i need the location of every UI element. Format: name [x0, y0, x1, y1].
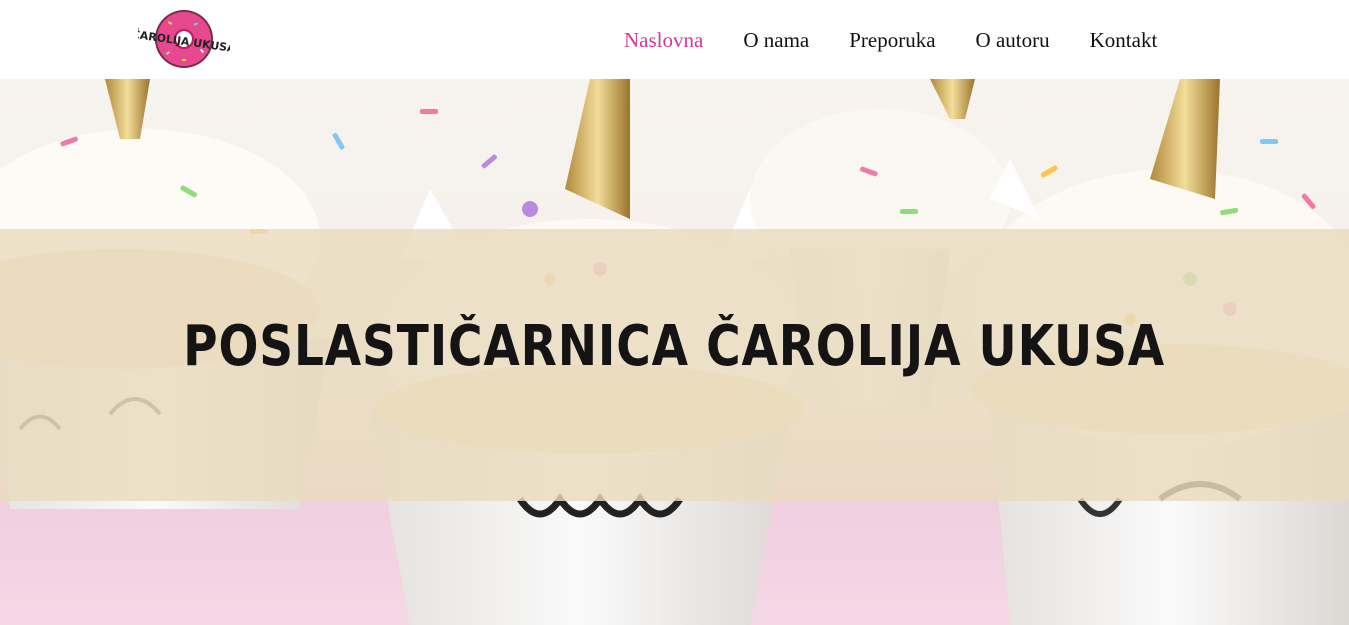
nav-item-preporuka[interactable]: Preporuka: [849, 28, 935, 53]
nav-item-o-autoru[interactable]: O autoru: [976, 28, 1050, 53]
hero-section: POSLASTIČARNICA ČAROLIJA UKUSA: [0, 79, 1349, 625]
nav-item-naslovna[interactable]: Naslovna: [624, 28, 703, 53]
nav-item-kontakt[interactable]: Kontakt: [1090, 28, 1158, 53]
site-logo[interactable]: ČAROLIJA UKUSA: [131, 8, 237, 70]
site-header: ČAROLIJA UKUSA Naslovna O nama Preporuka…: [0, 0, 1349, 79]
hero-headline: POSLASTIČARNICA ČAROLIJA UKUSA: [183, 314, 1166, 379]
nav-item-o-nama[interactable]: O nama: [743, 28, 809, 53]
main-nav: Naslovna O nama Preporuka O autoru Konta…: [624, 28, 1157, 53]
donut-icon: ČAROLIJA UKUSA: [131, 10, 237, 68]
